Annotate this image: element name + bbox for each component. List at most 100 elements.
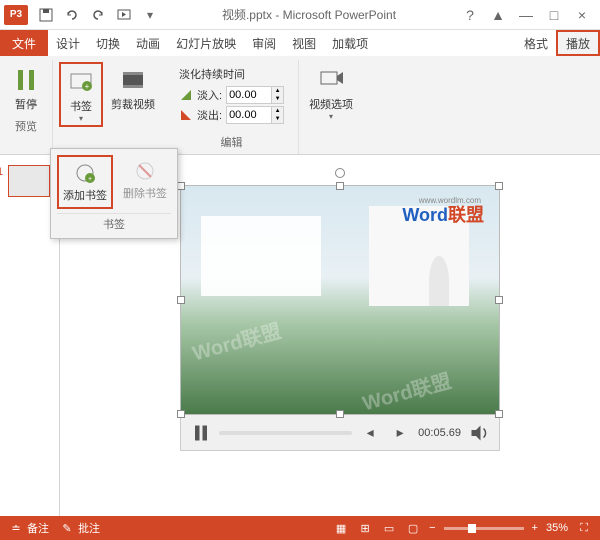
fit-to-window-icon[interactable]: ⛶ (576, 520, 592, 536)
resize-handle-mr[interactable] (495, 296, 503, 304)
group-editing: 淡化持续时间 淡入: ▲▼ 淡出: ▲▼ 编辑 (165, 60, 299, 154)
fade-in-label: 淡入: (197, 87, 222, 103)
quick-access-toolbar: ▾ (38, 7, 158, 23)
player-progress[interactable] (219, 431, 352, 435)
tab-addins[interactable]: 加载项 (324, 30, 376, 56)
pause-button[interactable]: 暂停 (6, 62, 46, 114)
bookmark-panel-footer: 书签 (57, 213, 171, 232)
fade-out-down[interactable]: ▼ (271, 115, 283, 123)
view-slideshow-icon[interactable]: ▢ (405, 520, 421, 536)
slide-number: 1 (0, 166, 3, 178)
player-volume-button[interactable] (467, 421, 491, 445)
resize-handle-tm[interactable] (336, 182, 344, 190)
bookmark-dropdown-panel: + 添加书签 删除书签 书签 (50, 148, 178, 239)
resize-handle-br[interactable] (495, 410, 503, 418)
ribbon-tabs: 文件 设计 切换 动画 幻灯片放映 审阅 视图 加载项 格式 播放 (0, 30, 600, 56)
notes-button[interactable]: ≐ 备注 (8, 520, 49, 536)
resize-handle-bl[interactable] (177, 410, 185, 418)
zoom-out-button[interactable]: − (429, 522, 435, 534)
fade-out-spinner[interactable]: ▲▼ (226, 106, 284, 124)
resize-handle-ml[interactable] (177, 296, 185, 304)
player-pause-button[interactable] (189, 421, 213, 445)
video-options-label: 视频选项 (309, 96, 353, 112)
view-reading-icon[interactable]: ▭ (381, 520, 397, 536)
resize-handle-tr[interactable] (495, 182, 503, 190)
tab-animations[interactable]: 动画 (128, 30, 168, 56)
fade-out-icon (179, 108, 193, 122)
qat-more-icon[interactable]: ▾ (142, 7, 158, 23)
remove-bookmark-icon (133, 159, 157, 183)
bookmark-icon: + (65, 66, 97, 98)
fade-out-label: 淡出: (197, 107, 222, 123)
slide-thumbnail[interactable]: 1 (8, 165, 50, 197)
slideshow-icon[interactable] (116, 7, 132, 23)
scene-element (429, 256, 449, 306)
minimize-button[interactable]: — (516, 5, 536, 25)
ribbon-options-button[interactable]: ▲ (488, 5, 508, 25)
fade-in-up[interactable]: ▲ (271, 87, 283, 95)
add-bookmark-label: 添加书签 (63, 187, 107, 203)
pause-label: 暂停 (15, 96, 37, 112)
undo-icon[interactable] (64, 7, 80, 23)
group-bookmark: + 书签 ▾ 剪裁视频 (53, 60, 165, 154)
view-normal-icon[interactable]: ▦ (333, 520, 349, 536)
titlebar: P3 ▾ 视频.pptx - Microsoft PowerPoint ? ▲ … (0, 0, 600, 30)
group-preview-label: 预览 (15, 116, 37, 136)
zoom-level[interactable]: 35% (546, 522, 568, 534)
tab-design[interactable]: 设计 (48, 30, 88, 56)
tab-slideshow[interactable]: 幻灯片放映 (168, 30, 244, 56)
watermark: Word联盟 (189, 315, 284, 366)
zoom-slider[interactable] (444, 527, 524, 530)
add-bookmark-button[interactable]: + 添加书签 (57, 155, 113, 209)
video-object[interactable]: www.wordlm.com Word联盟 Word联盟 Word联盟 (180, 185, 500, 415)
remove-bookmark-button: 删除书签 (119, 155, 171, 209)
fade-in-down[interactable]: ▼ (271, 95, 283, 103)
pause-icon (10, 64, 42, 96)
comments-icon: ✎ (59, 520, 75, 536)
fade-title: 淡化持续时间 (179, 66, 284, 82)
redo-icon[interactable] (90, 7, 106, 23)
fade-out-up[interactable]: ▲ (271, 107, 283, 115)
help-button[interactable]: ? (460, 5, 480, 25)
resize-handle-tl[interactable] (177, 182, 185, 190)
fade-out-input[interactable] (227, 108, 271, 122)
watermark: Word联盟 (359, 365, 454, 416)
fade-in-input[interactable] (227, 88, 271, 102)
tab-format[interactable]: 格式 (516, 30, 556, 56)
trim-video-icon (117, 64, 149, 96)
player-prev-button[interactable]: ◂ (358, 421, 382, 445)
zoom-in-button[interactable]: + (532, 522, 538, 534)
tab-view[interactable]: 视图 (284, 30, 324, 56)
tab-transitions[interactable]: 切换 (88, 30, 128, 56)
remove-bookmark-label: 删除书签 (123, 185, 167, 201)
player-next-button[interactable]: ▸ (388, 421, 412, 445)
bookmark-dropdown[interactable]: + 书签 ▾ (59, 62, 103, 127)
fade-in-spinner[interactable]: ▲▼ (226, 86, 284, 104)
resize-handle-bm[interactable] (336, 410, 344, 418)
video-options-button[interactable]: 视频选项 ▾ (305, 62, 357, 123)
ribbon: 暂停 预览 + 书签 ▾ 剪裁视频 淡化持续时间 淡入: ▲▼ (0, 56, 600, 155)
app-icon: P3 (4, 5, 28, 25)
scene-element (201, 216, 321, 296)
maximize-button[interactable]: □ (544, 5, 564, 25)
window-controls: ? ▲ — □ × (460, 5, 592, 25)
trim-video-label: 剪裁视频 (111, 96, 155, 112)
tab-review[interactable]: 审阅 (244, 30, 284, 56)
svg-text:+: + (88, 176, 92, 183)
comments-button[interactable]: ✎ 批注 (59, 520, 100, 536)
trim-video-button[interactable]: 剪裁视频 (107, 62, 159, 127)
svg-text:+: + (85, 82, 90, 91)
group-editing-label: 编辑 (221, 132, 243, 152)
save-icon[interactable] (38, 7, 54, 23)
notes-icon: ≐ (8, 520, 24, 536)
zoom-thumb[interactable] (468, 524, 476, 533)
group-video-options: 视频选项 ▾ (299, 60, 363, 154)
rotate-handle[interactable] (335, 168, 345, 178)
video-options-icon (315, 64, 347, 96)
window-title: 视频.pptx - Microsoft PowerPoint (158, 6, 460, 23)
tab-file[interactable]: 文件 (0, 30, 48, 56)
close-button[interactable]: × (572, 5, 592, 25)
tab-playback[interactable]: 播放 (556, 30, 600, 56)
view-sorter-icon[interactable]: ⊞ (357, 520, 373, 536)
player-time: 00:05.69 (418, 427, 461, 439)
